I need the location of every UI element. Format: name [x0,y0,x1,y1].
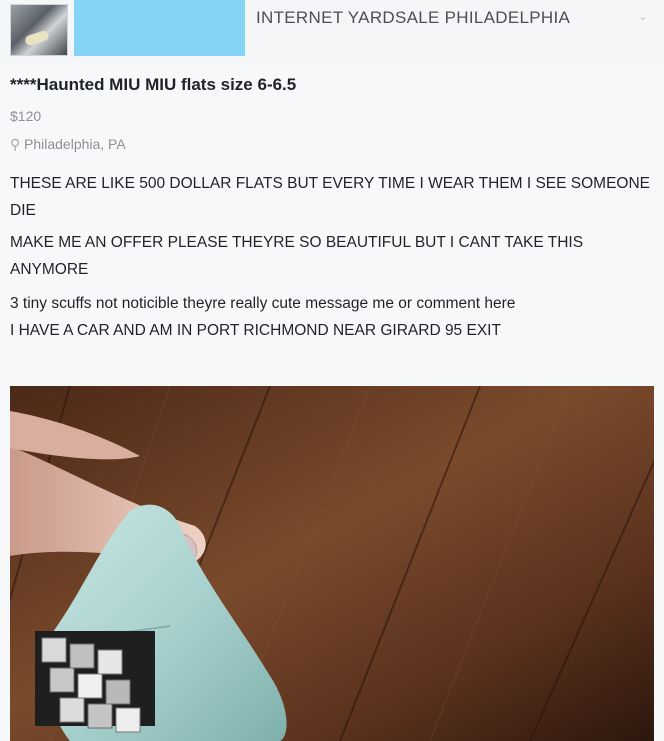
group-name-link[interactable]: INTERNET YARDSALE PHILADELPHIA [256,8,570,28]
group-thumbnail[interactable] [10,4,68,56]
chevron-down-icon[interactable]: ⌄ [638,9,648,23]
group-header: INTERNET YARDSALE PHILADELPHIA ⌄ [0,0,664,62]
description-paragraph-2: MAKE ME AN OFFER PLEASE THEYRE SO BEAUTI… [10,234,584,278]
description-paragraph-1: THESE ARE LIKE 500 DOLLAR FLATS BUT EVER… [10,175,650,219]
listing-location: ⚲ Philadelphia, PA [10,136,126,153]
description-paragraph-3: 3 tiny scuffs not noticible theyre reall… [10,290,650,344]
listing-price: $120 [10,108,42,124]
thumbnail-detail [24,29,50,47]
redacted-cover-block [74,0,245,56]
listing-photo-image [10,386,654,741]
location-text: Philadelphia, PA [24,136,126,152]
listing-title: ****Haunted MIU MIU flats size 6-6.5 [10,75,297,94]
listing-photo[interactable] [10,386,654,741]
crystal-embellishment [35,631,155,733]
description-line-4: I HAVE A CAR AND AM IN PORT RICHMOND NEA… [10,322,501,339]
description-line-3: 3 tiny scuffs not noticible theyre reall… [10,295,516,312]
location-pin-icon: ⚲ [10,136,21,152]
